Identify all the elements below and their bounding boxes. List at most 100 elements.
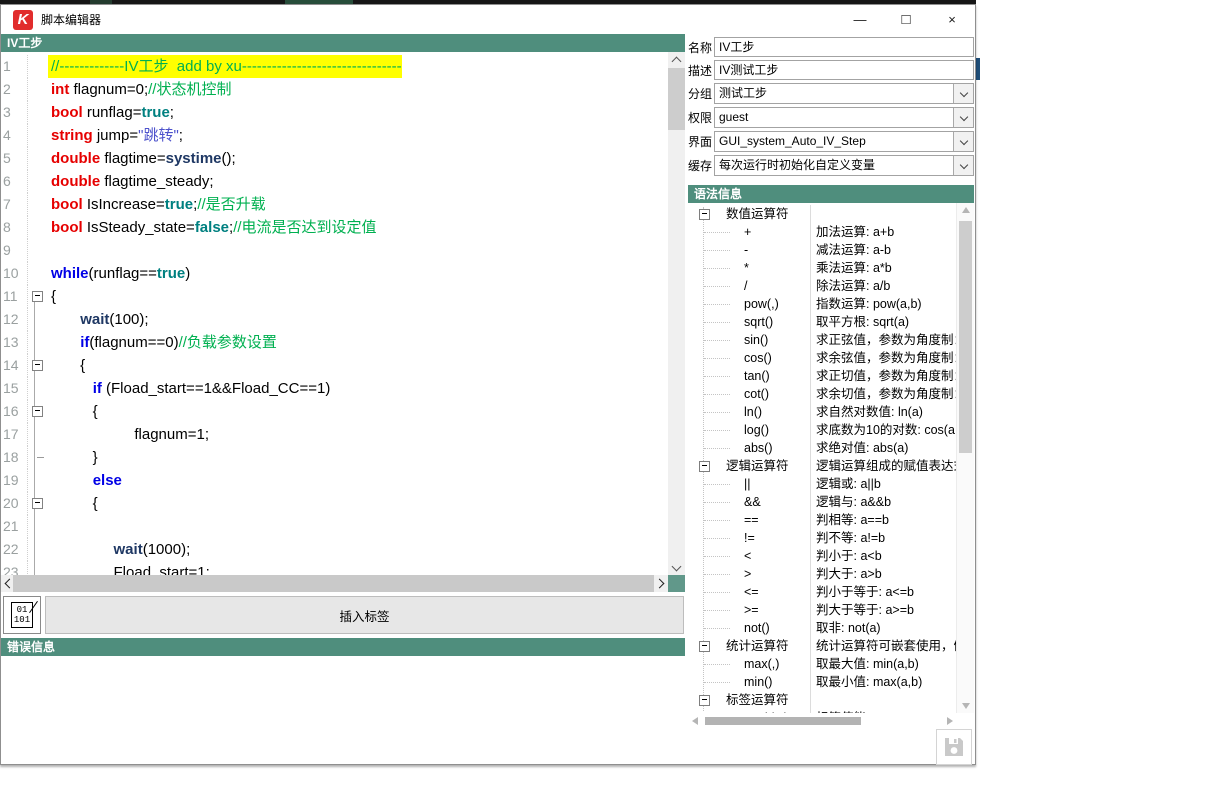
tree-item[interactable]: 标签运算符 <box>688 691 957 709</box>
code-line-row[interactable]: 20 { <box>1 492 685 515</box>
code-line-row[interactable]: 7bool IsIncrease=true;//是否升载 <box>1 193 685 216</box>
code-line-text[interactable]: wait(100); <box>48 308 149 331</box>
code-line-row[interactable]: 19 else <box>1 469 685 492</box>
tree-item[interactable]: abs()求绝对值: abs(a) <box>688 439 957 457</box>
code-line-row[interactable]: 15 if (Fload_start==1&&Fload_CC==1) <box>1 377 685 400</box>
tree-vertical-scrollbar[interactable] <box>956 203 974 713</box>
tree-item[interactable]: 数值运算符 <box>688 205 957 223</box>
code-line-text[interactable]: double flagtime_steady; <box>48 170 214 193</box>
code-line-text[interactable]: } <box>48 446 98 469</box>
tree-item[interactable]: +加法运算: a+b <box>688 223 957 241</box>
close-button[interactable]: × <box>929 5 975 34</box>
code-line-text[interactable]: { <box>48 400 98 423</box>
code-line-text[interactable]: bool runflag=true; <box>48 101 174 124</box>
tree-item[interactable]: >判大于: a>b <box>688 565 957 583</box>
editor-horizontal-scrollbar[interactable] <box>1 575 685 592</box>
maximize-button[interactable]: □ <box>883 5 929 34</box>
tree-item[interactable]: cos()求余弦值，参数为角度制： <box>688 349 957 367</box>
code-line-row[interactable]: 12 wait(100); <box>1 308 685 331</box>
code-line-text[interactable]: while(runflag==true) <box>48 262 190 285</box>
code-line-row[interactable]: 22 wait(1000); <box>1 538 685 561</box>
code-line-text[interactable]: if (Fload_start==1&&Fload_CC==1) <box>48 377 330 400</box>
code-line-row[interactable]: 13 if(flagnum==0)//负载参数设置 <box>1 331 685 354</box>
code-editor[interactable]: 1//-------------IV工步 add by xu----------… <box>1 52 685 575</box>
code-line-text[interactable]: bool IsSteady_state=false;//电流是否达到设定值 <box>48 216 377 239</box>
collapse-icon[interactable] <box>699 641 710 652</box>
code-line-row[interactable]: 6double flagtime_steady; <box>1 170 685 193</box>
tree-item[interactable]: not()取非: not(a) <box>688 619 957 637</box>
minimize-button[interactable]: — <box>837 5 883 34</box>
code-line-text[interactable]: wait(1000); <box>48 538 190 561</box>
code-line-text[interactable]: if(flagnum==0)//负载参数设置 <box>48 331 277 354</box>
tree-scroll-left-icon[interactable] <box>688 713 702 729</box>
code-line-row[interactable]: 18 } <box>1 446 685 469</box>
code-line-row[interactable]: 14 { <box>1 354 685 377</box>
tree-item[interactable]: pow(,)指数运算: pow(a,b) <box>688 295 957 313</box>
code-line-text[interactable]: { <box>48 354 85 377</box>
code-line-text[interactable]: { <box>48 492 98 515</box>
code-line-row[interactable]: 1//-------------IV工步 add by xu----------… <box>1 55 685 78</box>
collapse-icon[interactable] <box>699 695 710 706</box>
tree-item[interactable]: <=判小于等于: a<=b <box>688 583 957 601</box>
chevron-down-icon[interactable] <box>953 156 973 175</box>
code-line-row[interactable]: 5double flagtime=systime(); <box>1 147 685 170</box>
code-line-row[interactable]: 11{ <box>1 285 685 308</box>
tree-item[interactable]: ==判相等: a==b <box>688 511 957 529</box>
code-line-row[interactable]: 3bool runflag=true; <box>1 101 685 124</box>
tree-vscroll-thumb[interactable] <box>959 221 972 453</box>
field-dropdown[interactable]: 每次运行时初始化自定义变量 <box>714 155 974 176</box>
save-button[interactable] <box>936 729 972 765</box>
code-line-text[interactable]: { <box>48 285 56 308</box>
field-dropdown[interactable]: 测试工步 <box>714 83 974 104</box>
editor-vscroll-thumb[interactable] <box>668 68 685 130</box>
code-line-row[interactable]: 9 <box>1 239 685 262</box>
editor-vertical-scrollbar[interactable] <box>668 52 685 575</box>
field-input[interactable]: IV测试工步 <box>714 60 974 80</box>
field-dropdown[interactable]: GUI_system_Auto_IV_Step <box>714 131 974 152</box>
tree-item[interactable]: tan()求正切值，参数为角度制： <box>688 367 957 385</box>
tree-item[interactable]: /除法运算: a/b <box>688 277 957 295</box>
fold-collapse-icon[interactable] <box>32 291 43 302</box>
code-line-row[interactable]: 17 flagnum=1; <box>1 423 685 446</box>
collapse-icon[interactable] <box>699 461 710 472</box>
tree-item[interactable]: >=判大于等于: a>=b <box>688 601 957 619</box>
code-line-text[interactable]: flagnum=1; <box>48 423 209 446</box>
scroll-up-icon[interactable] <box>668 52 685 67</box>
tree-item[interactable]: cot()求余切值，参数为角度制： <box>688 385 957 403</box>
field-dropdown[interactable]: guest <box>714 107 974 128</box>
tree-item[interactable]: min()取最小值: max(a,b) <box>688 673 957 691</box>
tree-item[interactable]: ln()求自然对数值: ln(a) <box>688 403 957 421</box>
code-line-text[interactable] <box>48 239 51 262</box>
tree-hscroll-thumb[interactable] <box>705 717 861 725</box>
code-line-row[interactable]: 16 { <box>1 400 685 423</box>
fold-collapse-icon[interactable] <box>32 406 43 417</box>
tag-tool-button[interactable]: 01101 <box>3 596 41 634</box>
tree-scroll-down-icon[interactable] <box>957 699 974 713</box>
tree-scroll-right-icon[interactable] <box>943 713 957 729</box>
tree-item[interactable]: <判小于: a<b <box>688 547 957 565</box>
code-line-text[interactable]: int flagnum=0;//状态机控制 <box>48 78 231 101</box>
scroll-down-icon[interactable] <box>668 560 685 575</box>
tree-item[interactable]: &&逻辑与: a&&b <box>688 493 957 511</box>
code-line-text[interactable]: double flagtime=systime(); <box>48 147 236 170</box>
tree-item[interactable]: 统计运算符统计运算符可嵌套使用，例 <box>688 637 957 655</box>
field-input[interactable]: IV工步 <box>714 37 974 57</box>
collapse-icon[interactable] <box>699 209 710 220</box>
editor-hscroll-thumb[interactable] <box>13 575 654 592</box>
code-line-row[interactable]: 8bool IsSteady_state=false;//电流是否达到设定值 <box>1 216 685 239</box>
chevron-down-icon[interactable] <box>953 84 973 103</box>
tree-item[interactable]: *乘法运算: a*b <box>688 259 957 277</box>
insert-label-button[interactable]: 插入标签 <box>45 596 684 634</box>
chevron-down-icon[interactable] <box>953 132 973 151</box>
code-line-text[interactable]: //-------------IV工步 add by xu-----------… <box>48 55 402 78</box>
tree-item[interactable]: 逻辑运算符逻辑运算组成的赋值表达式 <box>688 457 957 475</box>
code-line-row[interactable]: 21 <box>1 515 685 538</box>
code-line-row[interactable]: 10while(runflag==true) <box>1 262 685 285</box>
tree-item[interactable]: !=判不等: a!=b <box>688 529 957 547</box>
code-line-row[interactable]: 23 Fload_start=1; <box>1 561 685 575</box>
tree-item[interactable]: sin()求正弦值，参数为角度制： <box>688 331 957 349</box>
code-line-text[interactable]: string jump="跳转"; <box>48 124 183 147</box>
scroll-right-icon[interactable] <box>654 575 667 592</box>
tree-item[interactable]: -减法运算: a-b <box>688 241 957 259</box>
tree-horizontal-scrollbar[interactable] <box>688 713 957 729</box>
